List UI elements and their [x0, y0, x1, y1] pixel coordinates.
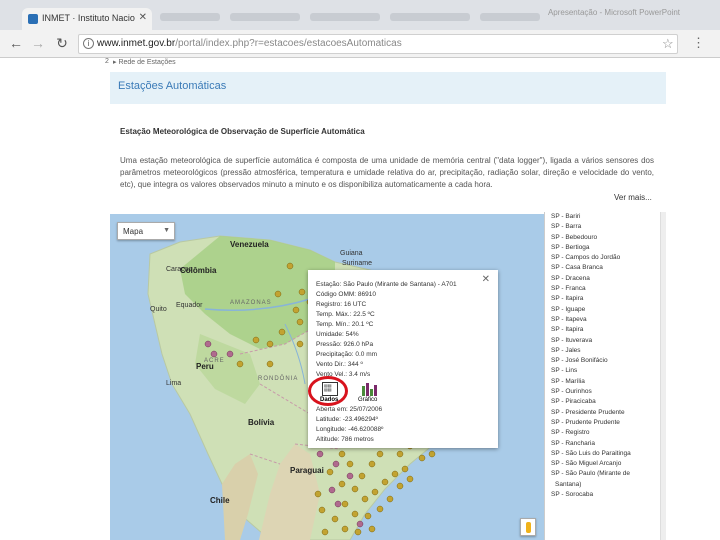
breadcrumb-link[interactable]: Rede de Estações [118, 59, 175, 66]
popup-line: Vento Dir.: 344 º [316, 361, 363, 368]
browser-toolbar: ← → ↻ i www.inmet.gov.br/portal/index.ph… [0, 30, 720, 58]
popup-detail: Aberta em: 25/07/2006 [316, 406, 383, 413]
tab-title: INMET · Instituto Nacio [42, 13, 135, 23]
map-label-region: RONDÔNIA [258, 376, 299, 382]
tab-bar: INMET · Instituto Nacio ✕ Apresentação -… [0, 0, 720, 30]
station-list-item[interactable]: SP - Ourinhos [545, 387, 664, 397]
station-list-item[interactable]: SP - Sorocaba [545, 490, 664, 500]
station-list: SP - Bariri SP - Barra SP - Bebedouro SP… [544, 212, 664, 540]
url-path: /portal/index.php?r=estacoes/estacoesAut… [175, 38, 402, 49]
breadcrumb-arrow-icon: ▸ [113, 59, 117, 66]
station-info-window: ✕ Estação: São Paulo (Mirante de Santana… [308, 270, 498, 448]
see-more-link[interactable]: Ver mais... [614, 193, 652, 202]
map-label-country: Venezuela [230, 240, 269, 249]
window-title: Apresentação - Microsoft PowerPoint [547, 8, 680, 17]
address-bar[interactable]: i www.inmet.gov.br/portal/index.php?r=es… [78, 34, 678, 54]
highlight-circle [308, 376, 348, 406]
blurred-tab[interactable] [310, 13, 380, 21]
popup-line: Registro: 16 UTC [316, 301, 367, 308]
station-list-item[interactable]: SP - Iguape [545, 305, 664, 315]
blurred-tab[interactable] [230, 13, 300, 21]
map-label-region: AMAZONAS [230, 300, 272, 306]
station-list-item[interactable]: SP - Prudente Prudente [545, 418, 664, 428]
popup-line: Temp. Mín.: 20.1 ºC [316, 321, 374, 328]
station-list-item[interactable]: SP - Marília [545, 377, 664, 387]
chart-icon[interactable] [362, 382, 378, 396]
popup-line: Temp. Máx.: 22.5 ºC [316, 311, 375, 318]
download-links: ▤▤ ▤▤ Dados Gráfico [308, 376, 490, 406]
map-label-country: Chile [210, 496, 230, 505]
url-host: www.inmet.gov.br [97, 38, 176, 49]
map-label-country: Guiana [340, 250, 363, 257]
street-view-pegman-icon[interactable] [520, 518, 536, 536]
station-list-item[interactable]: SP - Bebedouro [545, 233, 664, 243]
chart-link[interactable]: Gráfico [358, 397, 377, 403]
station-list-item[interactable]: SP - Rancharia [545, 439, 664, 449]
station-list-item[interactable]: SP - Bariri [545, 212, 664, 222]
close-icon[interactable]: ✕ [482, 274, 490, 285]
station-list-item[interactable]: SP - Piracicaba [545, 397, 664, 407]
station-list-item[interactable]: SP - Casa Branca [545, 263, 664, 273]
popup-line: Código OMM: 86910 [316, 291, 376, 298]
browser-tab[interactable]: INMET · Instituto Nacio ✕ [22, 8, 152, 30]
map-label-country: Suriname [342, 260, 372, 267]
chevron-down-icon: ▼ [163, 227, 170, 234]
bookmark-star-icon[interactable]: ☆ [662, 36, 674, 52]
station-map[interactable]: Mapa ▼ Venezuela Colômbia Guiana Surinam… [110, 214, 544, 540]
station-list-item[interactable]: SP - Franca [545, 284, 664, 294]
station-list-item[interactable]: SP - Ituverava [545, 336, 664, 346]
station-list-item[interactable]: SP - Itapira [545, 294, 664, 304]
station-list-item[interactable]: SP - José Bonifácio [545, 356, 664, 366]
station-list-item[interactable]: SP - Jales [545, 346, 664, 356]
map-label-country: Equador [176, 302, 203, 309]
popup-line: Estação: São Paulo (Mirante de Santana) … [316, 281, 457, 288]
station-list-item[interactable]: SP - Lins [545, 366, 664, 376]
blurred-tab[interactable] [390, 13, 470, 21]
station-list-item[interactable]: SP - Campos do Jordão [545, 253, 664, 263]
blurred-tab[interactable] [480, 13, 540, 21]
back-icon[interactable]: ← [8, 35, 24, 51]
popup-line: Umidade: 54% [316, 331, 359, 338]
map-label-city: Quito [150, 306, 167, 313]
popup-detail: Longitude: -46.620088º [316, 426, 384, 433]
station-list-item[interactable]: SP - Presidente Prudente [545, 408, 664, 418]
section-title: Estação Meteorológica de Observação de S… [120, 127, 365, 136]
map-label-region: ACRE [204, 358, 225, 364]
station-list-item[interactable]: SP - Itapeva [545, 315, 664, 325]
map-label-country: Bolívia [248, 418, 275, 427]
map-label-city: Lima [166, 380, 182, 387]
station-list-item[interactable]: SP - Dracena [545, 274, 664, 284]
inmet-favicon-icon [28, 14, 38, 24]
station-list-item[interactable]: SP - São Miguel Arcanjo [545, 459, 664, 469]
station-list-scrollbar[interactable] [660, 212, 666, 540]
popup-line: Vento Vel.: 3.4 m/s [316, 371, 371, 378]
map-type-dropdown[interactable]: Mapa ▼ [117, 222, 175, 240]
description-text: Uma estação meteorológica de superfície … [120, 156, 654, 189]
page-title: Estações Automáticas [118, 80, 227, 92]
browser-menu-icon[interactable]: ⋮ [692, 35, 705, 51]
close-tab-icon[interactable]: ✕ [139, 12, 147, 23]
station-list-item[interactable]: SP - Barra [545, 222, 664, 232]
station-list-item[interactable]: SP - Bertioga [545, 243, 664, 253]
blurred-tab[interactable] [160, 13, 220, 21]
breadcrumb-number: 2 [105, 58, 109, 65]
map-label-city: Caracas [166, 266, 193, 273]
station-list-item[interactable]: SP - São Paulo (Mirante de [545, 469, 664, 479]
map-type-value: Mapa [123, 227, 144, 236]
station-list-item[interactable]: SP - Registro [545, 428, 664, 438]
popup-line: Precipitação: 0.0 mm [316, 351, 378, 358]
station-list-item-continued[interactable]: Santana) [545, 480, 664, 490]
map-label-country: Paraguai [290, 466, 324, 475]
popup-detail: Altitude: 786 metros [316, 436, 374, 443]
site-info-icon[interactable]: i [83, 38, 94, 49]
station-list-item[interactable]: SP - Itapira [545, 325, 664, 335]
reload-icon[interactable]: ↻ [54, 35, 70, 52]
station-list-item[interactable]: SP - São Luis do Paraitinga [545, 449, 664, 459]
popup-line: Pressão: 926.0 hPa [316, 341, 374, 348]
forward-icon[interactable]: → [30, 35, 46, 51]
breadcrumb: 2 ▸ Rede de Estações [105, 58, 176, 66]
popup-detail: Latitude: -23.496294º [316, 416, 379, 423]
